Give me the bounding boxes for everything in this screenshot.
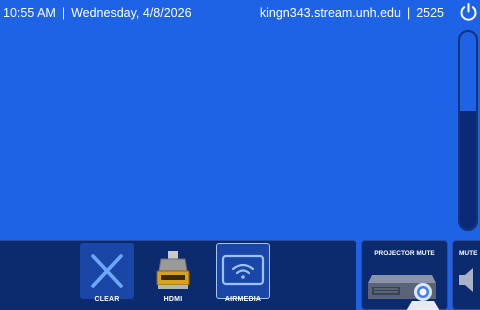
room-code: 2525 — [416, 6, 444, 20]
power-icon — [460, 3, 477, 21]
wifi-screen-icon — [221, 254, 265, 286]
hdmi-source-button[interactable] — [146, 243, 200, 299]
close-icon — [91, 254, 123, 288]
separator: | — [406, 6, 411, 20]
separator: | — [61, 6, 66, 20]
current-date: Wednesday, 4/8/2026 — [71, 6, 192, 20]
volume-level-fill — [460, 110, 476, 229]
power-button[interactable] — [458, 2, 479, 23]
system-info: kingn343.stream.unh.edu | 2525 — [260, 0, 444, 26]
hdmi-label: HDMI — [163, 296, 183, 303]
volume-slider[interactable] — [458, 30, 478, 231]
status-bar: 10:55 AM | Wednesday, 4/8/2026 kingn343.st… — [0, 0, 480, 26]
current-time: 10:55 AM — [3, 6, 56, 20]
source-selection-bar: CLEAR HDMI AIRMEDIA — [0, 240, 356, 310]
hdmi-icon — [156, 251, 190, 289]
clear-label: CLEAR — [94, 296, 120, 303]
host-name: kingn343.stream.unh.edu — [259, 6, 401, 20]
airmedia-source-button[interactable] — [216, 243, 270, 299]
projector-mute-button[interactable]: PROJECTOR MUTE — [361, 240, 448, 310]
datetime-readout: 10:55 AM | Wednesday, 4/8/2026 — [3, 0, 192, 26]
airmedia-label: AIRMEDIA — [224, 296, 262, 303]
projector-icon — [368, 275, 440, 310]
speaker-icon — [459, 268, 473, 292]
clear-source-button[interactable] — [80, 243, 134, 299]
mute-button[interactable]: MUTE — [452, 240, 480, 310]
